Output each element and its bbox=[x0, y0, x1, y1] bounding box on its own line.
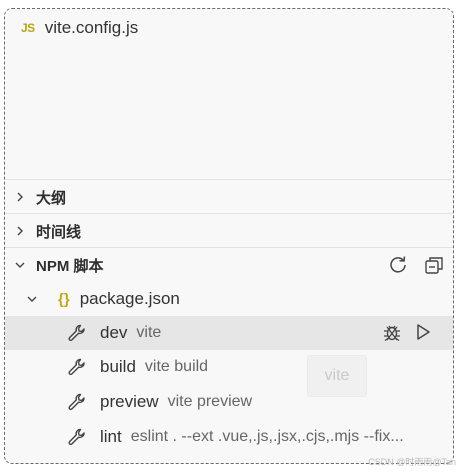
script-item-preview[interactable]: preview vite preview bbox=[5, 385, 453, 419]
script-row-actions bbox=[381, 321, 433, 343]
collapse-all-icon[interactable] bbox=[423, 254, 445, 276]
wrench-icon bbox=[66, 426, 88, 448]
section-timeline[interactable]: 时间线 bbox=[5, 213, 453, 248]
script-name: lint bbox=[100, 427, 122, 446]
section-npm-scripts-title: NPM 脚本 bbox=[36, 257, 104, 275]
script-command: vite bbox=[136, 324, 162, 341]
tooltip: vite bbox=[307, 355, 367, 397]
script-command: eslint . --ext .vue,.js,.jsx,.cjs,.mjs -… bbox=[130, 428, 404, 445]
explorer-file-list: JS vite.config.js bbox=[5, 9, 453, 179]
section-outline[interactable]: 大纲 bbox=[5, 179, 453, 214]
wrench-icon bbox=[66, 391, 88, 413]
json-file-icon: {} bbox=[58, 290, 70, 308]
package-json-name: package.json bbox=[79, 289, 180, 308]
javascript-file-icon: JS bbox=[21, 21, 35, 35]
chevron-right-icon bbox=[10, 221, 30, 241]
section-outline-title: 大纲 bbox=[36, 189, 67, 207]
section-npm-scripts[interactable]: NPM 脚本 bbox=[5, 247, 453, 282]
script-command: vite preview bbox=[167, 393, 253, 410]
section-actions bbox=[387, 254, 445, 276]
script-command: vite build bbox=[144, 358, 209, 375]
run-icon[interactable] bbox=[413, 322, 433, 342]
debug-icon[interactable] bbox=[381, 321, 403, 343]
package-json-item[interactable]: {} package.json bbox=[5, 282, 453, 316]
script-name: build bbox=[100, 357, 136, 376]
watermark: CSDN @时雨雨@Tan bbox=[368, 457, 456, 467]
file-name: vite.config.js bbox=[44, 18, 139, 37]
chevron-down-icon bbox=[10, 255, 30, 275]
section-timeline-title: 时间线 bbox=[36, 223, 82, 241]
script-item-lint[interactable]: lint eslint . --ext .vue,.js,.jsx,.cjs,.… bbox=[5, 420, 453, 454]
script-name: preview bbox=[100, 392, 159, 411]
script-name: dev bbox=[100, 323, 128, 342]
script-item-build[interactable]: build vite build bbox=[5, 350, 453, 384]
chevron-right-icon bbox=[10, 187, 30, 207]
file-item-vite-config[interactable]: JS vite.config.js bbox=[21, 15, 138, 41]
wrench-icon bbox=[66, 322, 88, 344]
wrench-icon bbox=[66, 356, 88, 378]
chevron-down-icon bbox=[22, 289, 42, 309]
sidebar-panel: JS vite.config.js 大纲 时间线 NPM 脚本 {} packa… bbox=[4, 8, 454, 464]
script-item-dev[interactable]: dev vite bbox=[5, 316, 453, 350]
refresh-icon[interactable] bbox=[387, 254, 409, 276]
